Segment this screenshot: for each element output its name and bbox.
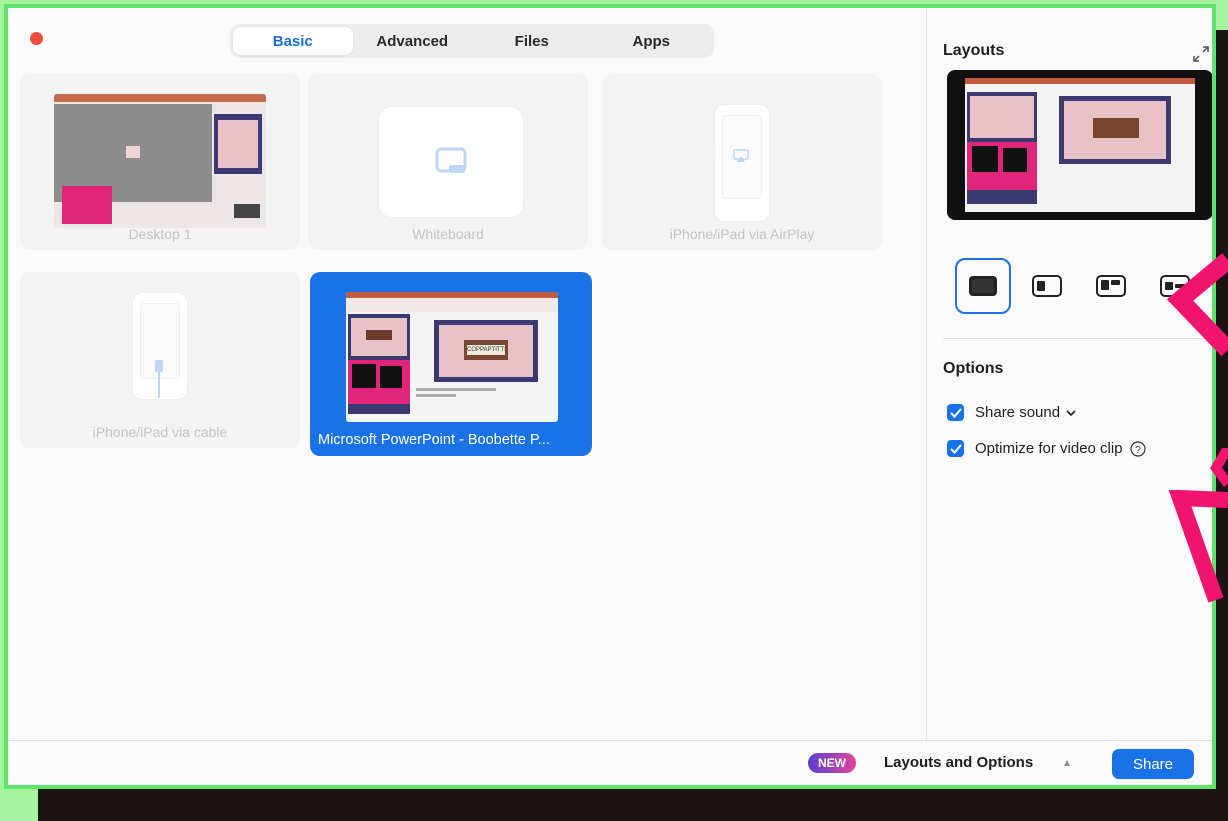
share-sound-checkbox[interactable]	[947, 404, 964, 421]
source-label: Microsoft PowerPoint - Boobette P...	[318, 432, 550, 448]
chevron-down-icon[interactable]	[1066, 409, 1076, 417]
source-label: iPhone/iPad via AirPlay	[669, 226, 815, 242]
phone-frame	[714, 104, 770, 222]
share-button[interactable]: Share	[1112, 749, 1194, 779]
share-sound-label: Share sound	[975, 404, 1061, 421]
source-label: Desktop 1	[128, 226, 192, 242]
check-icon	[949, 443, 962, 454]
source-tab-bar: Basic Advanced Files Apps	[230, 24, 714, 58]
layout-preview	[947, 70, 1212, 220]
airplay-icon	[733, 149, 749, 162]
layout-pip-top-icon	[1096, 275, 1126, 297]
layouts-and-options-toggle[interactable]: Layouts and Options	[884, 754, 1033, 771]
expand-icon[interactable]	[1191, 44, 1211, 64]
options-title: Options	[943, 360, 1004, 377]
close-window-button[interactable]	[30, 32, 43, 45]
layout-full-icon	[969, 276, 997, 296]
optimize-video-checkbox[interactable]	[947, 440, 964, 457]
annotation-arrow-icon	[1166, 253, 1228, 357]
svg-text:?: ?	[1135, 445, 1141, 456]
layout-full-screen-button[interactable]	[955, 258, 1011, 314]
powerpoint-thumbnail: COPPAPTITTI	[346, 292, 558, 422]
tab-apps[interactable]: Apps	[592, 27, 712, 55]
tab-basic[interactable]: Basic	[233, 27, 353, 55]
help-icon[interactable]: ?	[1129, 440, 1146, 457]
bottom-bar: NEW Layouts and Options ▲ Share	[8, 740, 1212, 785]
layouts-title: Layouts	[943, 42, 1005, 59]
slide-sign-text: COPPAPTITTI	[467, 345, 505, 355]
check-icon	[949, 407, 962, 418]
source-cable[interactable]: iPhone/iPad via cable	[20, 272, 300, 448]
layout-pip-icon	[1032, 275, 1062, 297]
share-screen-window: Basic Advanced Files Apps Desktop 1 Whit…	[4, 4, 1216, 789]
layout-pip-left-button[interactable]	[1019, 258, 1075, 314]
whiteboard-icon-box	[378, 106, 524, 218]
layouts-options-panel: Layouts Options Share sound Optimize for…	[926, 8, 1212, 748]
layout-pip-top-button[interactable]	[1083, 258, 1139, 314]
source-label: Whiteboard	[412, 226, 484, 242]
desktop-thumbnail	[54, 94, 266, 228]
caret-up-icon[interactable]: ▲	[1062, 758, 1072, 769]
source-desktop-1[interactable]: Desktop 1	[20, 74, 300, 250]
source-powerpoint[interactable]: COPPAPTITTI Microsoft PowerPoint - Boobe…	[310, 272, 592, 456]
whiteboard-icon	[435, 147, 467, 173]
source-airplay[interactable]: iPhone/iPad via AirPlay	[602, 74, 882, 250]
tab-advanced[interactable]: Advanced	[353, 27, 473, 55]
annotation-arrow-icon	[1168, 490, 1228, 603]
annotation-arrow-icon	[1209, 448, 1228, 487]
source-whiteboard[interactable]: Whiteboard	[308, 74, 588, 250]
optimize-video-row[interactable]: Optimize for video clip ?	[947, 440, 1146, 457]
source-label: iPhone/iPad via cable	[92, 424, 228, 440]
cable-icon	[155, 360, 163, 400]
new-badge: NEW	[808, 753, 856, 773]
optimize-video-label: Optimize for video clip	[975, 440, 1123, 457]
tab-files[interactable]: Files	[472, 27, 592, 55]
share-sound-row[interactable]: Share sound	[947, 404, 1076, 421]
slide-sign-box: COPPAPTITTI	[464, 340, 508, 360]
